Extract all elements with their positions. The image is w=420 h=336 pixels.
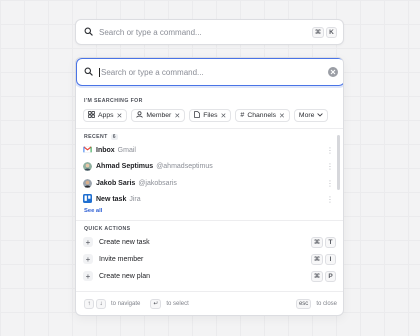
more-options-icon[interactable]: ⋮	[326, 179, 334, 188]
shortcut-key: ⌘	[310, 253, 323, 265]
search-icon	[84, 63, 93, 81]
shortcut-key: T	[325, 236, 336, 248]
close-icon[interactable]: ✕	[221, 112, 227, 120]
shortcut-key: I	[325, 253, 336, 265]
recent-item-name: Inbox	[96, 146, 115, 154]
chip-label: Member	[146, 112, 172, 119]
more-options-icon[interactable]: ⋮	[326, 146, 334, 155]
recent-label: RECENT 6	[84, 134, 118, 140]
chip-label: Apps	[98, 112, 114, 119]
navigate-hint: ↑ ↓ to navigate	[84, 298, 141, 309]
recent-item-name: Ahmad Septimus	[96, 162, 154, 170]
quick-action-label: Create new plan	[99, 272, 150, 280]
quick-action-invite-member[interactable]: + Invite member ⌘ I	[83, 252, 336, 266]
top-search-bar[interactable]: Search or type a command... ⌘ K	[75, 19, 344, 45]
chip-apps[interactable]: Apps ✕	[83, 109, 128, 122]
search-icon	[84, 23, 93, 41]
select-hint: ↵ to select	[150, 298, 189, 309]
palette-search-input[interactable]: Search or type a command...	[76, 58, 343, 86]
plus-icon: +	[83, 254, 93, 264]
select-hint-text: to select	[166, 300, 189, 307]
recent-item-sub: @ahmadseptimus	[156, 162, 213, 170]
palette-search-placeholder: Search or type a command...	[101, 67, 204, 77]
recent-item-jakob[interactable]: Jakob Saris @jakobsaris ⋮	[83, 176, 338, 190]
quick-actions-label: QUICK ACTIONS	[84, 226, 131, 232]
close-hint-text: to close	[316, 300, 337, 307]
shortcut-key: ⌘	[310, 236, 323, 248]
recent-item-new-task[interactable]: New task Jira ⋮	[83, 192, 338, 206]
avatar	[83, 161, 92, 171]
avatar	[83, 178, 92, 188]
quick-action-label: Invite member	[99, 255, 144, 263]
hash-icon: #	[240, 112, 245, 119]
shortcut-key-cmd: ⌘	[311, 26, 324, 38]
searching-for-label: I'M SEARCHING FOR	[84, 98, 143, 104]
user-icon	[136, 111, 144, 120]
chip-label: Channels	[247, 112, 277, 119]
recent-item-name: Jakob Saris	[96, 179, 136, 187]
recent-item-sub: Jira	[129, 195, 141, 203]
chip-channels[interactable]: # Channels ✕	[235, 109, 290, 122]
scrollbar[interactable]	[337, 135, 340, 190]
see-all-link[interactable]: See all	[84, 208, 102, 214]
command-palette: Search or type a command... I'M SEARCHIN…	[75, 57, 344, 316]
close-hint: esc to close	[295, 298, 337, 309]
chip-member[interactable]: Member ✕	[131, 109, 186, 122]
trello-icon	[83, 193, 92, 205]
chip-label: Files	[203, 112, 218, 119]
more-dropdown[interactable]: More	[293, 109, 329, 122]
quick-action-label: Create new task	[99, 238, 150, 246]
grid-icon	[88, 111, 95, 120]
clear-icon[interactable]	[328, 67, 338, 77]
quick-action-create-task[interactable]: + Create new task ⌘ T	[83, 235, 336, 249]
shortcut-key-k: K	[326, 26, 337, 38]
plus-icon: +	[83, 237, 93, 247]
recent-label-text: RECENT	[84, 134, 108, 140]
navigate-hint-text: to navigate	[111, 300, 141, 307]
quick-action-create-plan[interactable]: + Create new plan ⌘ P	[83, 269, 336, 283]
recent-item-name: New task	[96, 195, 127, 203]
arrow-up-key: ↑	[84, 298, 94, 309]
enter-key: ↵	[150, 298, 162, 309]
esc-key: esc	[295, 298, 312, 309]
recent-count-badge: 6	[110, 134, 118, 140]
divider	[76, 128, 343, 129]
top-search-placeholder: Search or type a command...	[99, 27, 202, 37]
shortcut-key: P	[325, 270, 336, 282]
filter-chips: Apps ✕ Member ✕ Files ✕ # Channels ✕ Mor…	[83, 109, 329, 122]
palette-footer: ↑ ↓ to navigate ↵ to select esc to close	[76, 291, 343, 315]
file-icon	[194, 111, 201, 120]
close-icon[interactable]: ✕	[279, 112, 285, 120]
chip-files[interactable]: Files ✕	[189, 109, 232, 122]
recent-item-sub: Gmail	[117, 146, 136, 154]
more-options-icon[interactable]: ⋮	[326, 162, 334, 171]
plus-icon: +	[83, 271, 93, 281]
more-options-icon[interactable]: ⋮	[326, 195, 334, 204]
recent-item-inbox[interactable]: Inbox Gmail ⋮	[83, 143, 338, 157]
close-icon[interactable]: ✕	[174, 112, 180, 120]
gmail-icon	[83, 145, 92, 155]
arrow-down-key: ↓	[96, 298, 106, 309]
more-label: More	[298, 112, 315, 119]
close-icon[interactable]: ✕	[117, 112, 123, 120]
text-caret	[99, 67, 100, 77]
chevron-down-icon	[317, 112, 324, 119]
recent-item-sub: @jakobsaris	[138, 179, 177, 187]
shortcut-key: ⌘	[310, 270, 323, 282]
divider	[76, 220, 343, 221]
recent-item-ahmad[interactable]: Ahmad Septimus @ahmadseptimus ⋮	[83, 159, 338, 173]
